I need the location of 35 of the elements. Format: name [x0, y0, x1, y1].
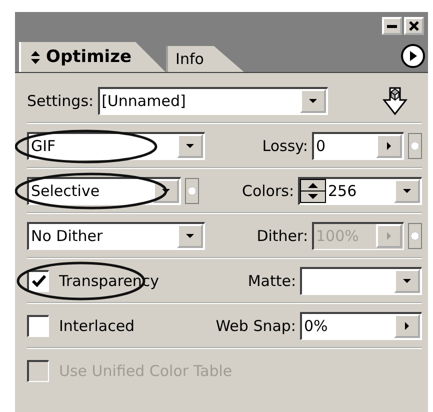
checkbox[interactable]	[27, 314, 49, 336]
dotted-circle-icon	[410, 230, 420, 240]
checkbox[interactable]	[27, 270, 49, 292]
web-snap-label: Web Snap:	[216, 316, 296, 334]
cube-arrow-icon	[382, 86, 408, 116]
option-button[interactable]	[408, 132, 422, 158]
minimize-icon	[387, 24, 397, 28]
reduction-dropdown[interactable]: Selective	[27, 176, 181, 204]
play-icon	[409, 51, 417, 61]
file-format-dropdown[interactable]: GIF	[27, 132, 205, 160]
checkbox-label: Interlaced	[59, 316, 135, 334]
lossy-label: Lossy:	[262, 136, 308, 154]
close-icon	[409, 21, 419, 31]
web-snap-field[interactable]: 0%	[300, 312, 422, 340]
panel-menu-button[interactable]	[401, 44, 425, 68]
panel-tab[interactable]: Info	[166, 46, 244, 72]
colors-label: Colors:	[242, 182, 294, 200]
dotted-circle-icon	[410, 140, 420, 150]
minimize-button[interactable]	[382, 17, 402, 35]
dotted-circle-icon	[187, 186, 197, 196]
up-down-arrows-icon	[31, 50, 40, 64]
matte-dropdown[interactable]	[300, 266, 422, 294]
colors-field[interactable]: 256	[298, 176, 422, 204]
lossy-field[interactable]: 0	[312, 132, 404, 160]
dither-label: Dither:	[256, 226, 308, 244]
close-button[interactable]	[404, 17, 424, 35]
checkmark-icon	[32, 275, 46, 287]
stepper-icon	[300, 179, 326, 203]
option-button[interactable]	[408, 222, 422, 248]
settings-dropdown[interactable]: [Unnamed]	[98, 86, 328, 114]
option-button[interactable]	[185, 178, 199, 204]
panel-tab[interactable]: Optimize	[19, 42, 166, 72]
dither-method-dropdown[interactable]: No Dither	[27, 222, 205, 250]
settings-label: Settings:	[27, 92, 94, 110]
matte-label: Matte:	[248, 272, 296, 290]
